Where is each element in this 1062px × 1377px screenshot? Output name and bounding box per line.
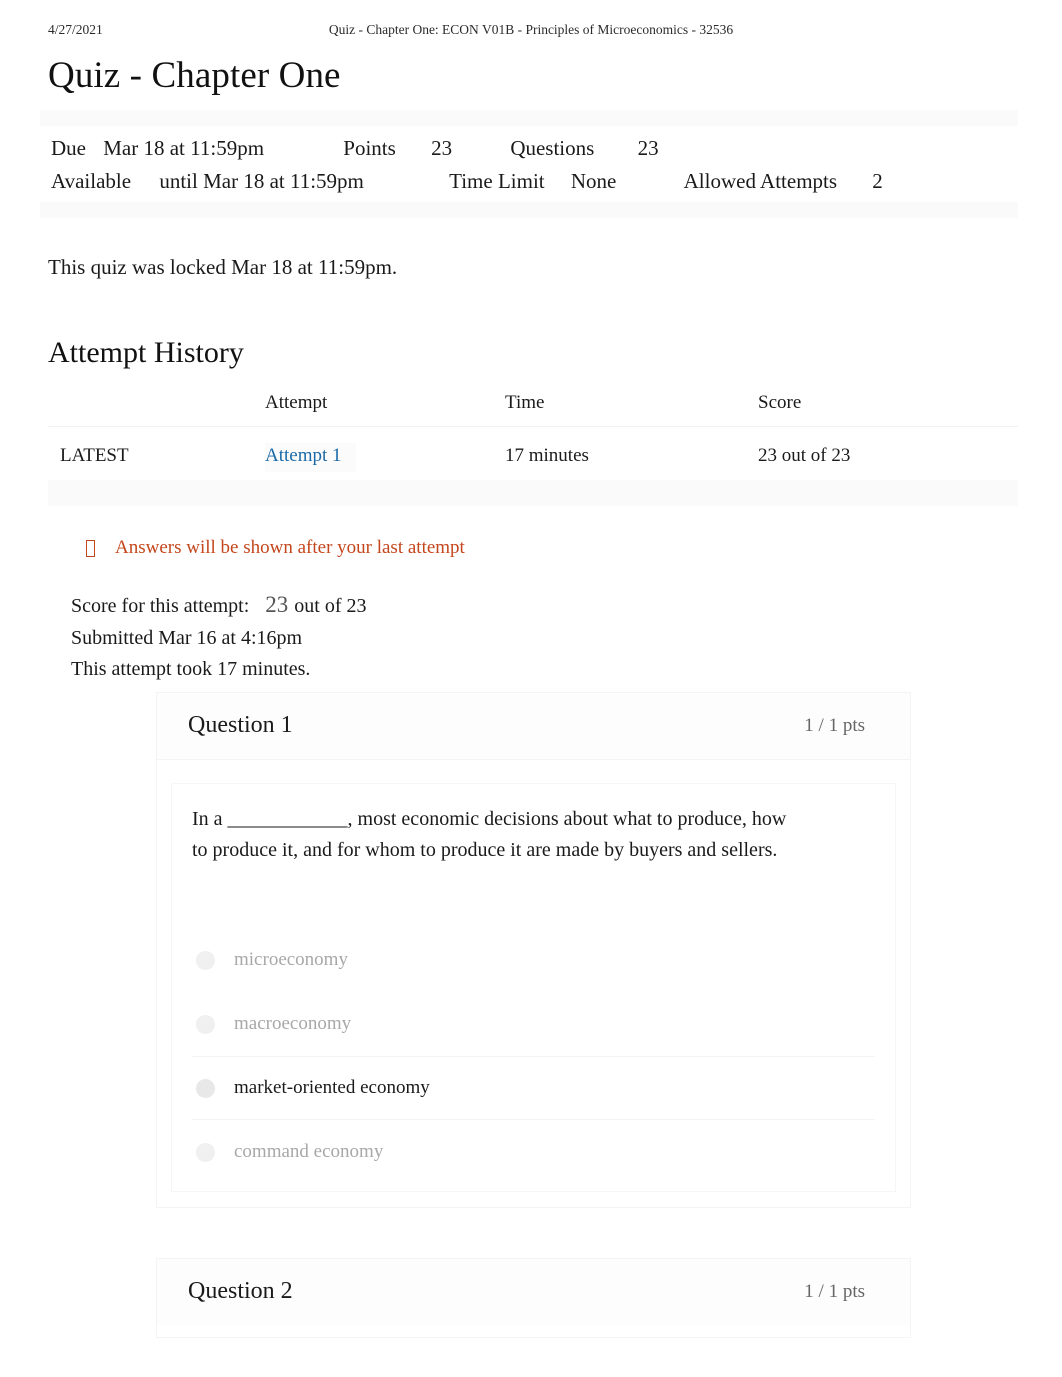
column-header-attempt: Attempt	[265, 392, 505, 427]
quiz-details-row-2: Available until Mar 18 at 11:59pm Time L…	[40, 165, 1018, 198]
column-header-score: Score	[758, 392, 1018, 427]
question-card-1: Question 1 1 / 1 pts In a ____________, …	[156, 692, 911, 1208]
answer-option[interactable]: macroeconomy	[192, 992, 875, 1056]
answer-option[interactable]: command economy	[192, 1120, 875, 1184]
answer-option-selected[interactable]: market-oriented economy	[192, 1056, 875, 1120]
warning-icon	[86, 539, 95, 557]
question-1-points: 1 / 1 pts	[804, 715, 865, 736]
answer-label: command economy	[234, 1141, 384, 1162]
quiz-details-top-band	[40, 110, 1018, 126]
radio-icon[interactable]	[196, 1014, 215, 1034]
answer-label: macroeconomy	[234, 1013, 352, 1034]
available-label: Available	[51, 169, 132, 193]
column-header-time: Time	[505, 392, 758, 427]
answer-option[interactable]: microeconomy	[192, 928, 875, 992]
quiz-details-row-1: Due Mar 18 at 11:59pm Points 23 Question…	[40, 132, 1018, 165]
submitted-line: Submitted Mar 16 at 4:16pm	[71, 626, 303, 649]
page-title: Quiz - Chapter One	[48, 55, 341, 96]
radio-icon-selected[interactable]	[196, 1078, 215, 1098]
points-label: Points	[343, 136, 396, 160]
column-header-kept	[48, 392, 265, 427]
allowed-attempts-value: 2	[872, 169, 883, 193]
question-2-points: 1 / 1 pts	[804, 1281, 865, 1302]
quiz-details-rows: Due Mar 18 at 11:59pm Points 23 Question…	[40, 126, 1018, 202]
score-line: Score for this attempt: 23 out of 23	[71, 589, 367, 623]
print-title: Quiz - Chapter One: ECON V01B - Principl…	[328, 22, 734, 37]
question-2-header: Question 2 1 / 1 pts	[157, 1259, 910, 1325]
table-head: Attempt Time Score	[48, 392, 1018, 427]
answer-label: market-oriented economy	[234, 1077, 430, 1098]
answers-notice-text: Answers will be shown after your last at…	[115, 537, 465, 558]
available-value: until Mar 18 at 11:59pm	[159, 169, 364, 193]
radio-icon[interactable]	[196, 1142, 215, 1162]
time-limit-value: None	[570, 169, 617, 193]
score-out-of: out of 23	[294, 595, 367, 617]
table-row: LATEST Attempt 1 17 minutes 23 out of 23	[48, 427, 1018, 484]
attempt-table-footer-band	[48, 480, 1018, 506]
quiz-details-bottom-band	[40, 202, 1018, 218]
question-2-title: Question 2	[188, 1278, 293, 1304]
question-1-answers: microeconomy macroeconomy market-oriente…	[192, 928, 875, 1184]
question-1-text: In a ____________, most economic decisio…	[192, 808, 787, 861]
duration-line: This attempt took 17 minutes.	[71, 658, 311, 680]
attempt-history-table: Attempt Time Score LATEST Attempt 1 17 m…	[48, 392, 1018, 483]
question-1-title: Question 1	[188, 712, 293, 738]
cell-kept: LATEST	[60, 445, 129, 466]
table-body: LATEST Attempt 1 17 minutes 23 out of 23	[48, 427, 1018, 484]
print-header: 4/27/2021 Quiz - Chapter One: ECON V01B …	[0, 22, 1062, 42]
locked-notice: This quiz was locked Mar 18 at 11:59pm.	[48, 255, 398, 279]
table-header-row: Attempt Time Score	[48, 392, 1018, 427]
question-1-header: Question 1 1 / 1 pts	[157, 693, 910, 760]
due-label: Due	[51, 136, 86, 160]
cell-time: 17 minutes	[505, 445, 589, 466]
score-value: 23	[265, 592, 289, 617]
questions-label: Questions	[510, 136, 595, 160]
cell-score: 23 out of 23	[758, 445, 851, 466]
attempt-1-link[interactable]: Attempt 1	[265, 443, 356, 472]
question-1-body: In a ____________, most economic decisio…	[171, 783, 896, 1192]
quiz-details: Due Mar 18 at 11:59pm Points 23 Question…	[40, 110, 1018, 218]
radio-icon[interactable]	[196, 950, 215, 970]
due-value: Mar 18 at 11:59pm	[103, 136, 265, 160]
time-limit-label: Time Limit	[449, 169, 545, 193]
points-value: 23	[431, 136, 453, 160]
question-card-2: Question 2 1 / 1 pts	[156, 1258, 911, 1338]
answer-label: microeconomy	[234, 949, 348, 970]
allowed-attempts-label: Allowed Attempts	[683, 169, 838, 193]
attempt-history-title: Attempt History	[48, 336, 244, 369]
questions-value: 23	[637, 136, 659, 160]
cell-attempt: Attempt 1	[265, 427, 505, 484]
attempt-score-summary: Score for this attempt: 23 out of 23 Submi…	[71, 589, 367, 686]
score-label: Score for this attempt:	[71, 595, 250, 617]
answers-notice: Answers will be shown after your last at…	[86, 537, 465, 559]
